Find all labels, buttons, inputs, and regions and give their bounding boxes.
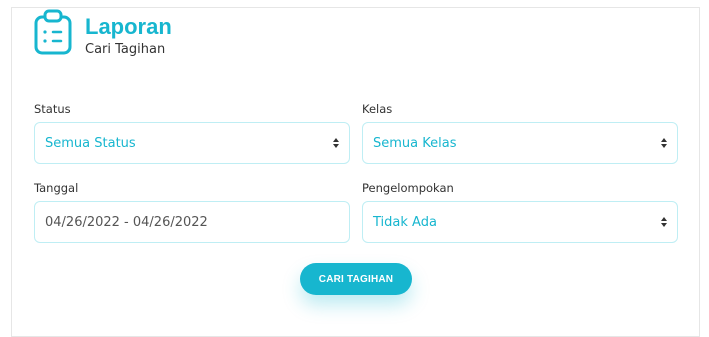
status-select[interactable]: Semua Status <box>34 122 350 164</box>
kelas-select[interactable]: Semua Kelas <box>362 122 678 164</box>
page-title: Laporan <box>85 14 172 39</box>
tanggal-label: Tanggal <box>34 181 79 195</box>
cari-tagihan-button[interactable]: CARI TAGIHAN <box>300 263 412 295</box>
header-text: Laporan Cari Tagihan <box>85 14 172 57</box>
date-range-value: 04/26/2022 - 04/26/2022 <box>45 214 208 230</box>
select-arrows-icon <box>657 137 671 149</box>
page-subtitle: Cari Tagihan <box>85 42 166 57</box>
kelas-select-value: Semua Kelas <box>373 135 457 151</box>
status-label: Status <box>34 102 71 116</box>
clipboard-list-icon <box>34 9 72 55</box>
select-arrows-icon <box>657 216 671 228</box>
select-arrows-icon <box>329 137 343 149</box>
pengelompokan-select-value: Tidak Ada <box>373 214 437 230</box>
page-header: Laporan Cari Tagihan <box>33 8 172 57</box>
pengelompokan-select[interactable]: Tidak Ada <box>362 201 678 243</box>
status-select-value: Semua Status <box>45 135 136 151</box>
pengelompokan-label: Pengelompokan <box>362 181 454 195</box>
kelas-label: Kelas <box>362 102 393 116</box>
date-range-input[interactable]: 04/26/2022 - 04/26/2022 <box>34 201 350 243</box>
